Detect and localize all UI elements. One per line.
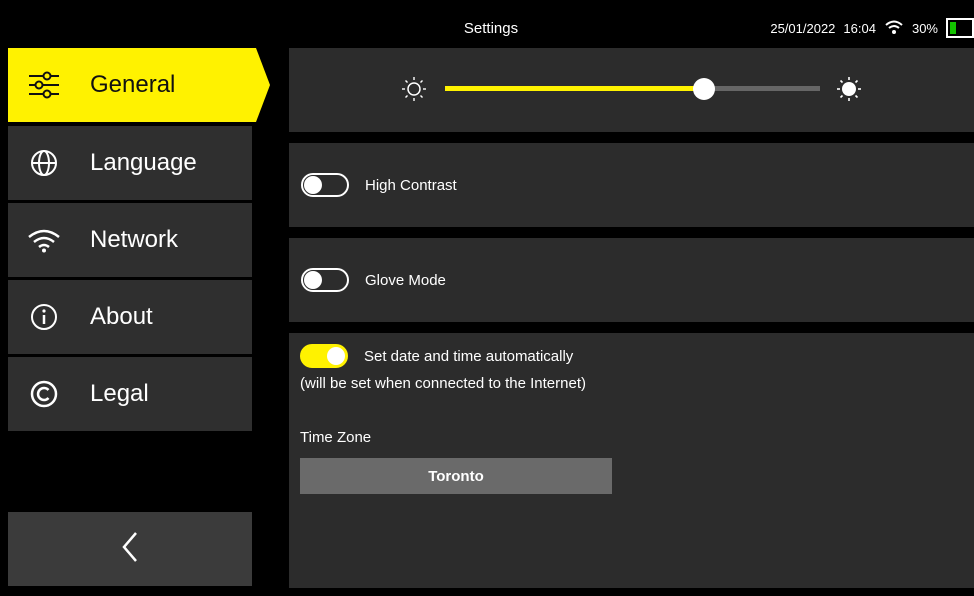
sidebar-item-label: Network [90, 226, 179, 253]
high-contrast-label: High Contrast [365, 176, 457, 194]
status-date: 25/01/2022 [770, 20, 836, 36]
sidebar-item-label: Legal [90, 380, 149, 407]
high-contrast-panel: High Contrast [289, 143, 974, 227]
battery-percent: 30% [911, 20, 938, 36]
brightness-slider-fill [445, 86, 704, 91]
status-bar: Settings 25/01/2022 16:04 30% [8, 8, 974, 46]
status-indicators: 25/01/2022 16:04 30% [770, 18, 974, 38]
chevron-left-icon [118, 529, 142, 570]
brightness-high-icon [837, 77, 861, 106]
sidebar-item-language[interactable]: Language [8, 126, 252, 200]
brightness-panel [289, 48, 974, 132]
brightness-slider[interactable] [445, 78, 820, 100]
brightness-low-icon [402, 77, 426, 106]
battery-icon [946, 18, 974, 38]
wifi-icon [24, 220, 64, 260]
sidebar-item-label: Language [90, 149, 197, 176]
brightness-slider-handle[interactable] [692, 78, 715, 100]
globe-icon [24, 143, 64, 183]
wifi-status-icon [884, 19, 904, 38]
sliders-icon [24, 65, 64, 105]
time-zone-select[interactable]: Toronto [300, 458, 612, 494]
sidebar-item-label: About [90, 303, 153, 330]
glove-mode-toggle[interactable] [301, 268, 349, 292]
sidebar-item-general[interactable]: General [8, 48, 270, 122]
copyright-icon [24, 374, 64, 414]
high-contrast-toggle[interactable] [301, 173, 349, 197]
sidebar: General Language Network About Legal [8, 48, 278, 588]
glove-mode-panel: Glove Mode [289, 238, 974, 322]
time-zone-value: Toronto [428, 467, 484, 485]
sidebar-item-network[interactable]: Network [8, 203, 252, 277]
settings-content: High Contrast Glove Mode Set date and ti… [289, 48, 974, 588]
brightness-slider-area [289, 48, 974, 132]
auto-time-toggle[interactable] [300, 344, 348, 368]
time-zone-label: Time Zone [300, 429, 372, 446]
sidebar-item-legal[interactable]: Legal [8, 357, 252, 431]
sidebar-item-label: General [90, 71, 176, 98]
status-time: 16:04 [843, 20, 876, 36]
info-icon [24, 297, 64, 337]
auto-time-note: (will be set when connected to the Inter… [300, 375, 586, 392]
back-button[interactable] [8, 512, 252, 586]
glove-mode-label: Glove Mode [365, 271, 446, 289]
auto-time-label: Set date and time automatically [364, 347, 574, 365]
sidebar-item-about[interactable]: About [8, 280, 252, 354]
